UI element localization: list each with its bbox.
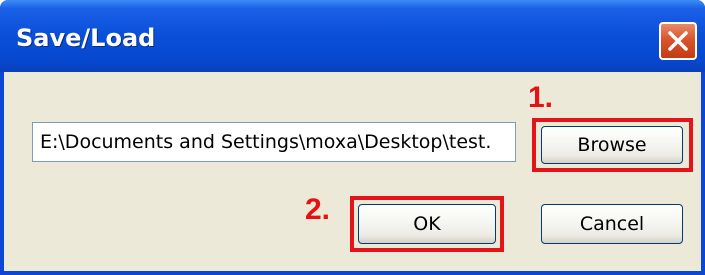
close-button[interactable] bbox=[659, 22, 697, 60]
step-1-annotation: 1. bbox=[528, 81, 554, 114]
close-icon bbox=[668, 31, 688, 51]
step-2-annotation: 2. bbox=[305, 193, 331, 226]
cancel-button[interactable]: Cancel bbox=[541, 204, 683, 244]
window-title: Save/Load bbox=[16, 24, 156, 52]
file-path-input[interactable] bbox=[32, 122, 516, 162]
browse-button[interactable]: Browse bbox=[541, 126, 683, 164]
save-load-dialog: Save/Load 1. 2. Browse OK Cancel bbox=[0, 0, 705, 275]
title-bar[interactable]: Save/Load bbox=[0, 0, 705, 72]
ok-button[interactable]: OK bbox=[358, 204, 496, 244]
